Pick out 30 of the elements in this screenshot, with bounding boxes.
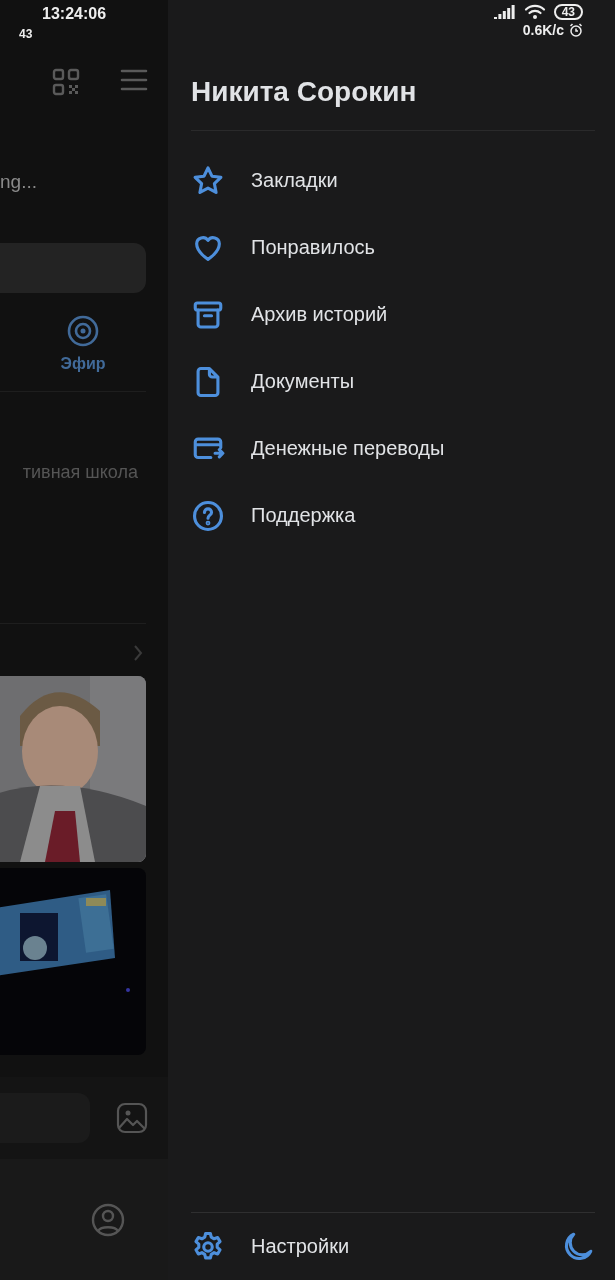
menu-item-label: Архив историй xyxy=(251,303,388,326)
drawer-menu-item[interactable]: Поддержка xyxy=(191,482,595,549)
drawer-menu-item[interactable]: Закладки xyxy=(191,147,595,214)
post-text: тивная школа xyxy=(21,462,139,483)
battery-level: 43 xyxy=(553,4,583,20)
drawer-menu-item[interactable]: Денежные переводы xyxy=(191,415,595,482)
signal-icon xyxy=(493,5,516,19)
qr-code-icon[interactable] xyxy=(52,68,80,96)
status-text: ng... xyxy=(0,171,38,193)
user-name: Никита Сорокин xyxy=(191,76,595,131)
network-speed: 0.6K/с xyxy=(522,22,564,38)
menu-item-label: Денежные переводы xyxy=(251,437,445,460)
clock-time: 13:24:06 xyxy=(42,5,108,23)
chevron-right-icon[interactable] xyxy=(133,644,143,662)
alarm-clock-icon xyxy=(569,23,583,37)
notification-count: 43 xyxy=(19,27,34,41)
menu-item-label: Поддержка xyxy=(251,504,356,527)
broadcast-icon xyxy=(67,315,99,347)
menu-icon[interactable] xyxy=(120,68,148,92)
drawer-menu-item[interactable]: Понравилось xyxy=(191,214,595,281)
menu-item-label: Понравилось xyxy=(251,236,376,259)
wifi-icon xyxy=(523,4,546,20)
menu-item-label: Закладки xyxy=(251,169,338,192)
drawer-menu-item[interactable]: Документы xyxy=(191,348,595,415)
image-icon[interactable] xyxy=(116,1102,148,1134)
settings-label[interactable]: Настройки xyxy=(251,1235,350,1258)
help-icon xyxy=(191,498,225,533)
drawer-menu-item[interactable]: Архив историй xyxy=(191,281,595,348)
menu-item-label: Документы xyxy=(251,370,355,393)
profile-icon[interactable] xyxy=(91,1202,125,1237)
